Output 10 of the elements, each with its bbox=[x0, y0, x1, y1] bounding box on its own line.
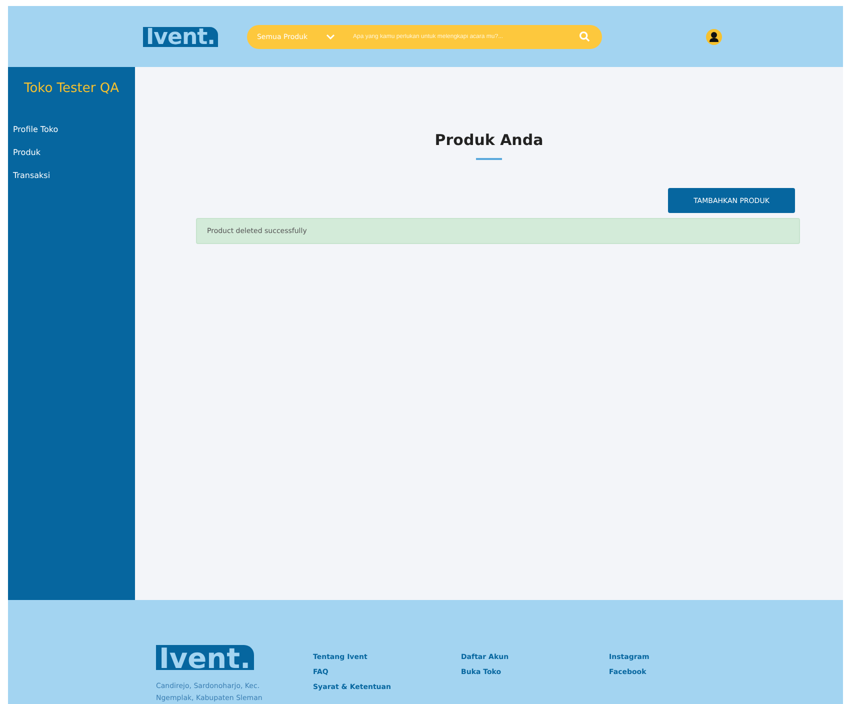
sidebar-link[interactable]: Transaksi bbox=[8, 171, 135, 180]
sidebar-link[interactable]: Produk bbox=[8, 148, 135, 158]
page-title: Produk Anda bbox=[434, 131, 544, 150]
logo[interactable]: Ivent. bbox=[143, 26, 218, 47]
title-underline bbox=[476, 158, 502, 160]
sidebar-link[interactable]: Profile Toko bbox=[8, 125, 135, 134]
chevron-down-icon bbox=[326, 34, 335, 40]
user-avatar-icon[interactable] bbox=[706, 28, 722, 45]
footer-logo[interactable]: Ivent. bbox=[156, 645, 254, 670]
store-name: Toko Tester QA bbox=[22, 81, 120, 96]
